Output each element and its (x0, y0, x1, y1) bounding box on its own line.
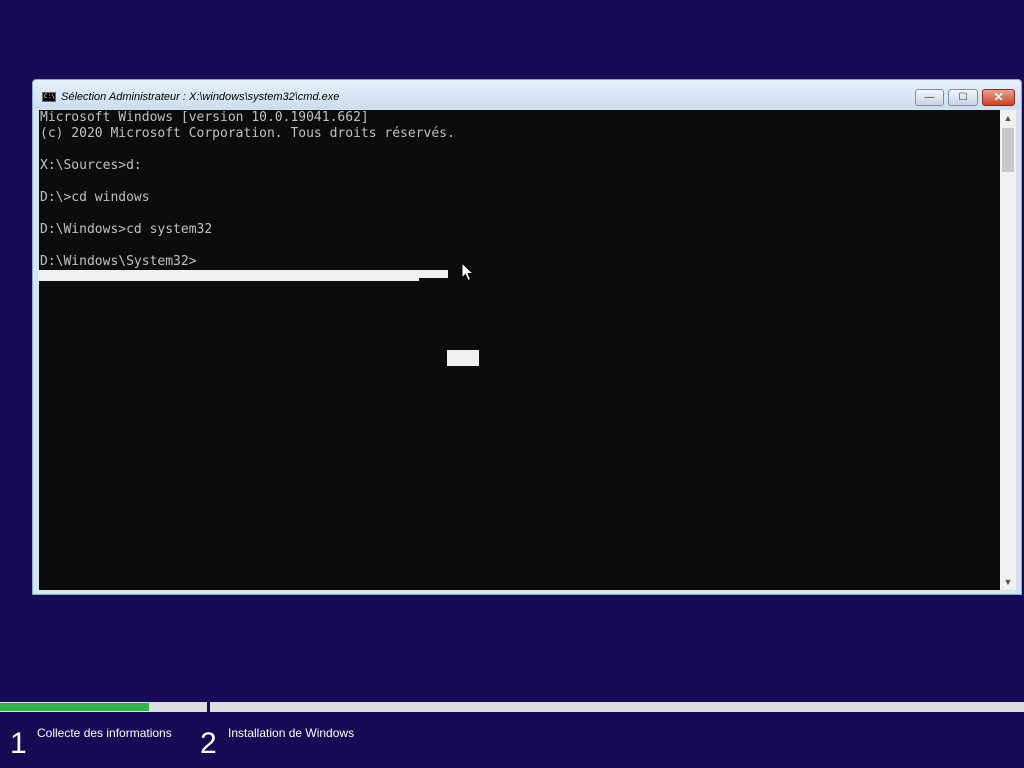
cmd-console-icon[interactable]: C:\ (42, 92, 56, 102)
scroll-down-icon[interactable]: ▼ (1000, 574, 1016, 590)
console-line: (c) 2020 Microsoft Corporation. Tous dro… (40, 126, 455, 141)
title-bar[interactable]: C:\ Sélection Administrateur : X:\window… (33, 80, 1021, 109)
console-line: Microsoft Windows [version 10.0.19041.66… (40, 110, 369, 125)
console-line: X:\Sources>d: (40, 158, 142, 173)
scroll-thumb[interactable] (1002, 128, 1014, 172)
step-1-number: 1 (10, 727, 27, 760)
close-button[interactable]: ✕ (982, 89, 1015, 106)
mouse-pointer-icon (461, 262, 475, 282)
setup-desktop: C:\ Sélection Administrateur : X:\window… (0, 0, 1024, 768)
setup-progress-fill (0, 703, 149, 711)
setup-progress-step2-track (210, 702, 1024, 712)
setup-progress-divider (207, 702, 210, 712)
console-output[interactable]: Microsoft Windows [version 10.0.19041.66… (39, 110, 1000, 590)
step-2-label: Installation de Windows (228, 726, 355, 740)
minimize-button[interactable]: — (915, 89, 944, 106)
step-1-label: Collecte des informations (37, 726, 172, 740)
console-prompt-line: D:\Windows\System32> (40, 254, 197, 269)
step-2-number: 2 (200, 727, 217, 760)
vertical-scrollbar[interactable]: ▲ ▼ (1000, 110, 1016, 590)
cmd-window[interactable]: C:\ Sélection Administrateur : X:\window… (32, 79, 1022, 595)
text-selection-gap (419, 278, 448, 281)
window-title: Sélection Administrateur : X:\windows\sy… (61, 91, 340, 103)
scroll-up-icon[interactable]: ▲ (1000, 110, 1016, 126)
console-line: D:\Windows>cd system32 (40, 222, 213, 237)
maximize-button[interactable]: ☐ (948, 89, 978, 106)
text-selection-highlight (39, 270, 448, 281)
text-selection-highlight (447, 350, 479, 366)
console-line: D:\>cd windows (40, 190, 150, 205)
